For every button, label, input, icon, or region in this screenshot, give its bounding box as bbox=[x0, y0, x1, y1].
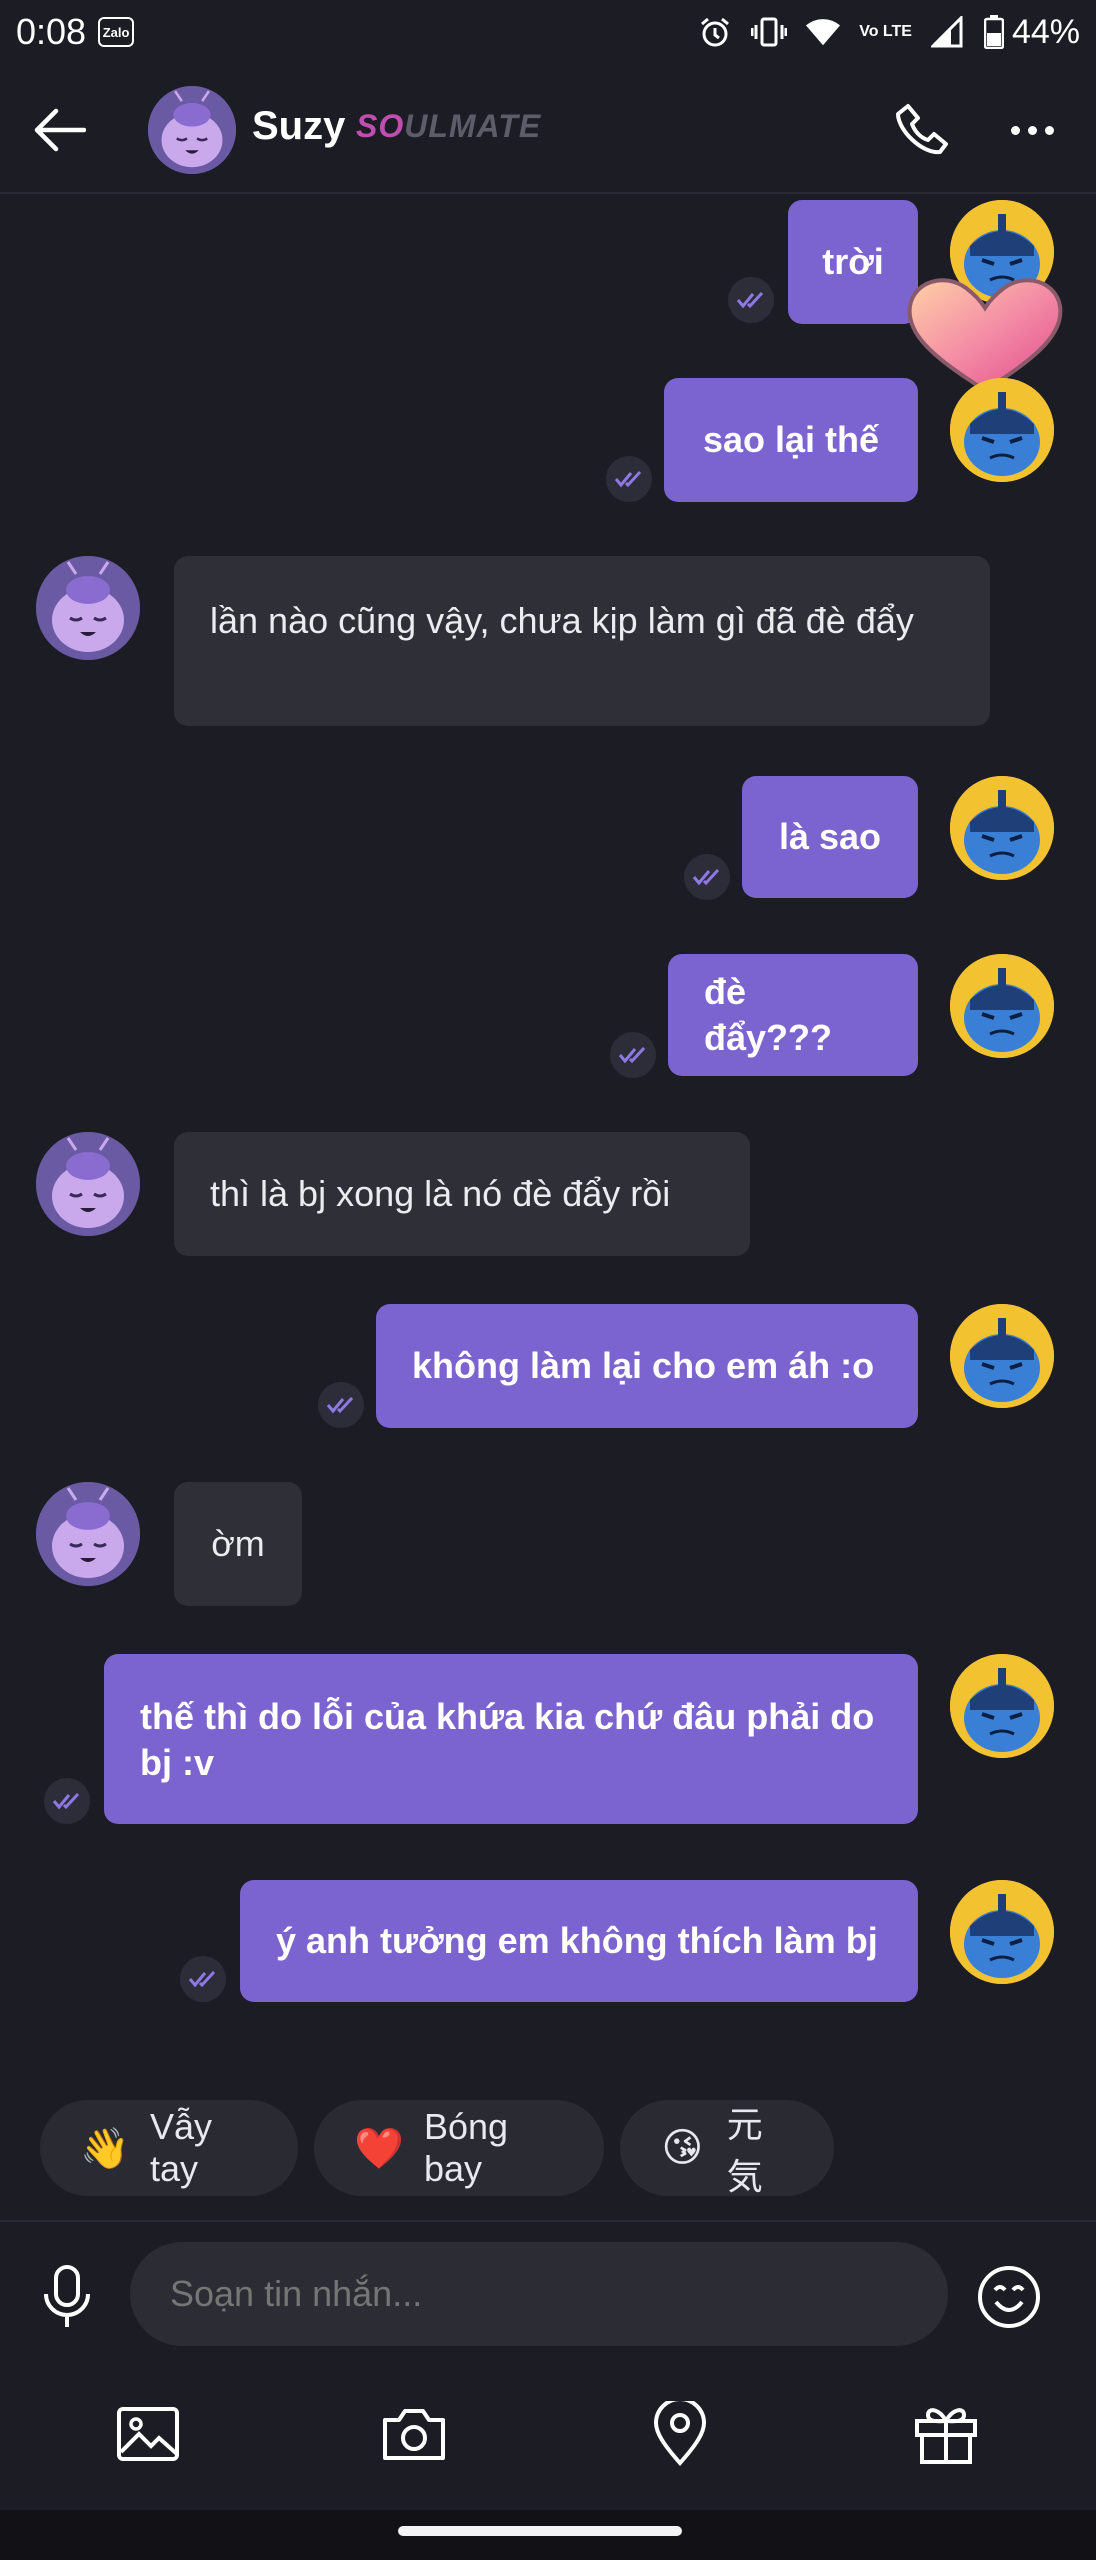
message-bubble-outgoing[interactable]: trời bbox=[788, 200, 918, 324]
call-button[interactable] bbox=[890, 98, 954, 162]
volte-label: Vo LTE bbox=[859, 23, 912, 40]
image-icon bbox=[117, 2407, 179, 2461]
heart-sticker bbox=[900, 268, 1070, 398]
battery-indicator: 44% bbox=[983, 12, 1080, 52]
location-button[interactable] bbox=[644, 2398, 716, 2470]
gift-icon bbox=[915, 2408, 977, 2464]
microphone-icon bbox=[44, 2265, 90, 2327]
voice-message-button[interactable] bbox=[32, 2262, 102, 2332]
back-button[interactable] bbox=[30, 100, 90, 160]
contact-avatar[interactable] bbox=[36, 1482, 140, 1586]
message-bubble-outgoing[interactable]: thế thì do lỗi của khứa kia chứ đâu phải… bbox=[104, 1654, 918, 1824]
status-bar: 0:08 Zalo Vo LTE 44% bbox=[0, 0, 1096, 64]
gift-button[interactable] bbox=[910, 2398, 982, 2470]
smiley-icon bbox=[978, 2266, 1040, 2328]
badge-prefix: SO bbox=[356, 108, 405, 144]
phone-icon bbox=[896, 104, 948, 155]
signal-icon bbox=[930, 14, 966, 50]
contact-avatar[interactable] bbox=[36, 556, 140, 660]
message-input[interactable] bbox=[130, 2242, 948, 2346]
battery-icon bbox=[983, 15, 1004, 49]
message-bubble-incoming[interactable]: lần nào cũng vậy, chưa kịp làm gì đã đè … bbox=[174, 556, 990, 726]
emoji-picker-button[interactable] bbox=[972, 2260, 1046, 2334]
heart-emoji-icon: ❤️ bbox=[354, 2126, 404, 2171]
my-avatar[interactable] bbox=[950, 1880, 1054, 1984]
gallery-button[interactable] bbox=[112, 2398, 184, 2470]
message-bubble-outgoing[interactable]: sao lại thế bbox=[664, 378, 918, 502]
my-avatar[interactable] bbox=[950, 776, 1054, 880]
quick-reply-chip[interactable]: 👋 Vẫy tay bbox=[40, 2100, 298, 2196]
kiss-emoji-icon: 😘 bbox=[661, 2126, 704, 2170]
back-arrow-icon bbox=[34, 108, 86, 152]
status-time: 0:08 bbox=[16, 11, 87, 52]
vibrate-icon bbox=[751, 14, 788, 50]
chat-screen: 0:08 Zalo Vo LTE 44% Suzy SOULMATE trời … bbox=[0, 0, 1096, 2560]
location-icon bbox=[653, 2401, 707, 2467]
soulmate-badge: SOULMATE bbox=[356, 108, 541, 145]
message-bubble-outgoing[interactable]: là sao bbox=[742, 776, 918, 898]
home-indicator[interactable] bbox=[398, 2526, 682, 2536]
message-bubble-outgoing[interactable]: đè đẩy??? bbox=[668, 954, 918, 1076]
my-avatar[interactable] bbox=[950, 378, 1054, 482]
chip-label: Bóng bay bbox=[424, 2106, 509, 2189]
more-icon-dot bbox=[1027, 125, 1037, 135]
read-receipt-icon bbox=[610, 1032, 656, 1078]
read-receipt-icon bbox=[180, 1956, 226, 2002]
my-avatar[interactable] bbox=[950, 954, 1054, 1058]
read-receipt-icon bbox=[606, 456, 652, 502]
message-bubble-outgoing[interactable]: không làm lại cho em áh :o bbox=[376, 1304, 918, 1428]
chip-label: Vẫy tay bbox=[150, 2106, 213, 2189]
more-icon-dot bbox=[1010, 125, 1020, 135]
message-bubble-outgoing[interactable]: ý anh tưởng em không thích làm bj bbox=[240, 1880, 918, 2002]
read-receipt-icon bbox=[44, 1778, 90, 1824]
contact-avatar[interactable] bbox=[148, 86, 236, 174]
status-icons: Vo LTE 44% bbox=[697, 13, 1080, 52]
read-receipt-icon bbox=[728, 277, 774, 323]
wave-emoji-icon: 👋 bbox=[80, 2126, 130, 2171]
chat-header: Suzy SOULMATE bbox=[0, 64, 1096, 194]
wifi-icon bbox=[805, 14, 841, 50]
quick-reply-chip[interactable]: ❤️ Bóng bay bbox=[314, 2100, 604, 2196]
message-bubble-incoming[interactable]: ờm bbox=[174, 1482, 302, 1606]
my-avatar[interactable] bbox=[950, 1304, 1054, 1408]
camera-icon bbox=[383, 2409, 445, 2460]
my-avatar[interactable] bbox=[950, 1654, 1054, 1758]
read-receipt-icon bbox=[684, 854, 730, 900]
more-options-button[interactable] bbox=[996, 98, 1068, 162]
read-receipt-icon bbox=[318, 1382, 364, 1428]
message-bubble-incoming[interactable]: thì là bj xong là nó đè đẩy rồi bbox=[174, 1132, 750, 1256]
battery-level: 44% bbox=[1011, 12, 1080, 51]
alarm-icon bbox=[697, 14, 733, 50]
zalo-notification-icon: Zalo bbox=[98, 17, 135, 47]
contact-avatar[interactable] bbox=[36, 1132, 140, 1236]
badge-suffix: ULMATE bbox=[404, 108, 542, 144]
camera-button[interactable] bbox=[378, 2398, 450, 2470]
quick-reply-chip[interactable]: 😘 元気 bbox=[620, 2100, 834, 2197]
more-icon-dot bbox=[1044, 125, 1054, 135]
chip-label: 元気 bbox=[726, 2104, 763, 2197]
composer-divider bbox=[0, 2220, 1096, 2222]
contact-name[interactable]: Suzy bbox=[252, 104, 345, 149]
